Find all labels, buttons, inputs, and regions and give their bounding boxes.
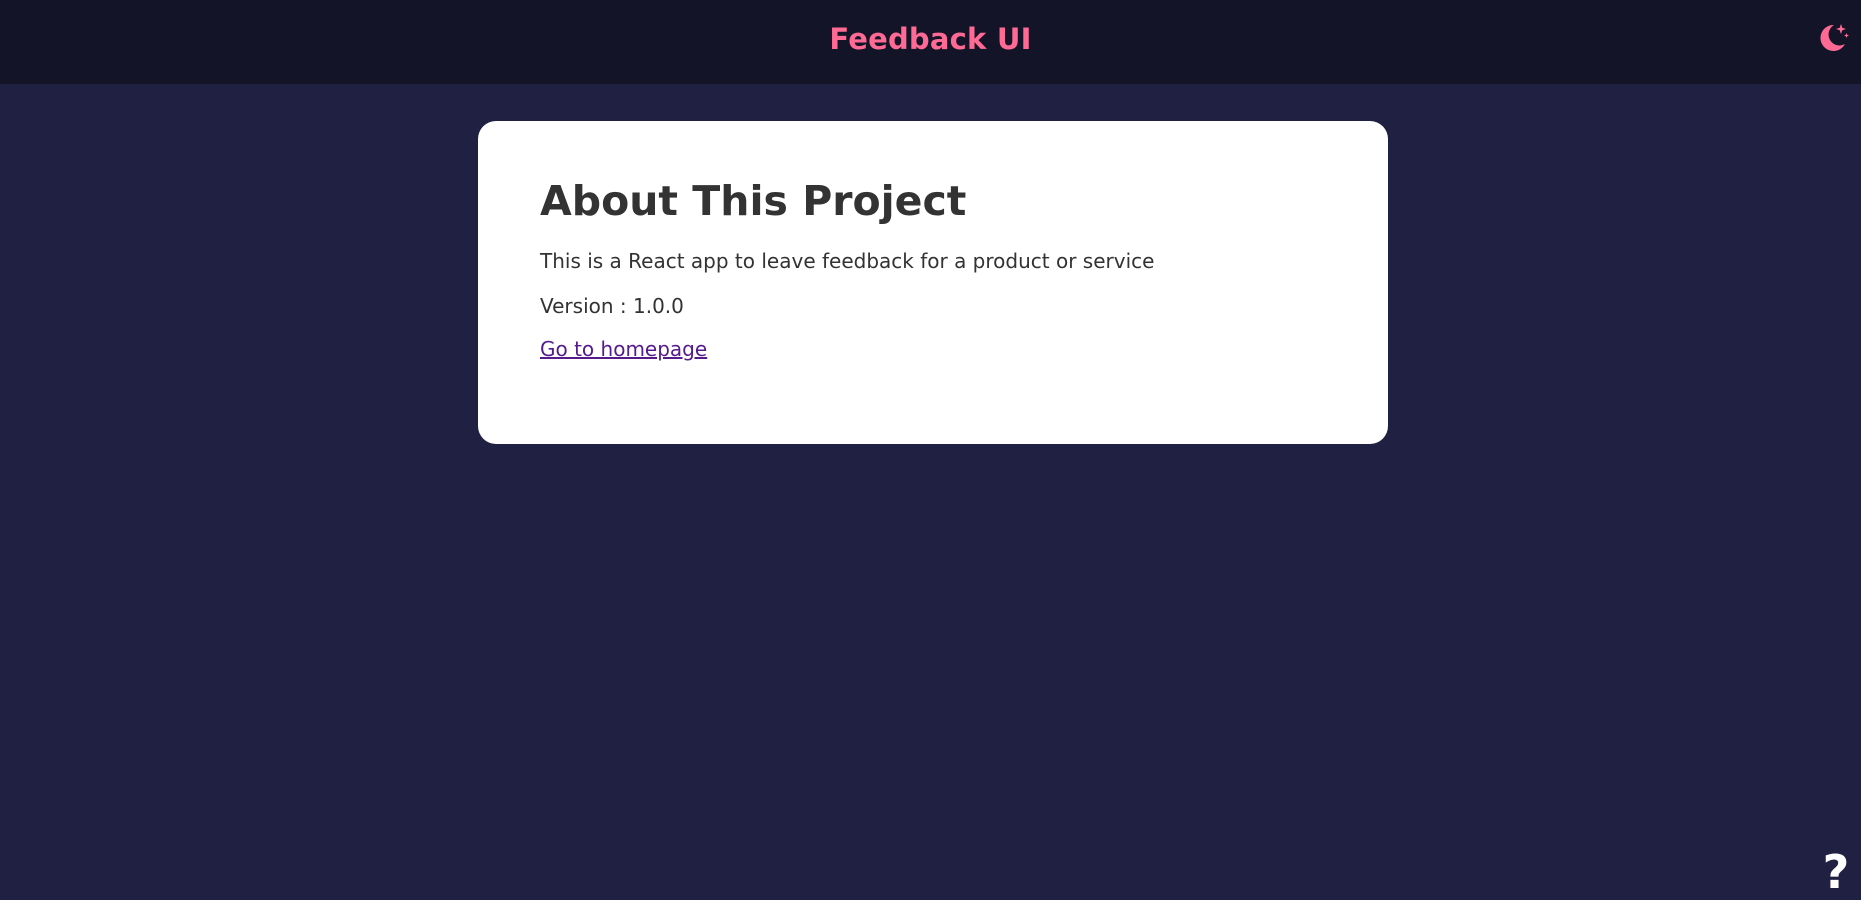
app-title: Feedback UI xyxy=(829,22,1032,56)
project-description: This is a React app to leave feedback fo… xyxy=(540,249,1155,274)
question-mark-icon: ? xyxy=(1822,845,1850,899)
about-card: About This Project This is a React app t… xyxy=(478,121,1388,444)
page-title: About This Project xyxy=(540,177,967,225)
homepage-link[interactable]: Go to homepage xyxy=(540,337,707,361)
version-text: Version : 1.0.0 xyxy=(540,294,684,319)
help-button[interactable]: ? xyxy=(1818,848,1854,896)
theme-toggle-button[interactable] xyxy=(1814,20,1850,56)
home-link-container: Go to homepage xyxy=(540,336,1326,362)
moon-stars-icon xyxy=(1820,24,1849,51)
app-header: Feedback UI xyxy=(0,0,1861,84)
